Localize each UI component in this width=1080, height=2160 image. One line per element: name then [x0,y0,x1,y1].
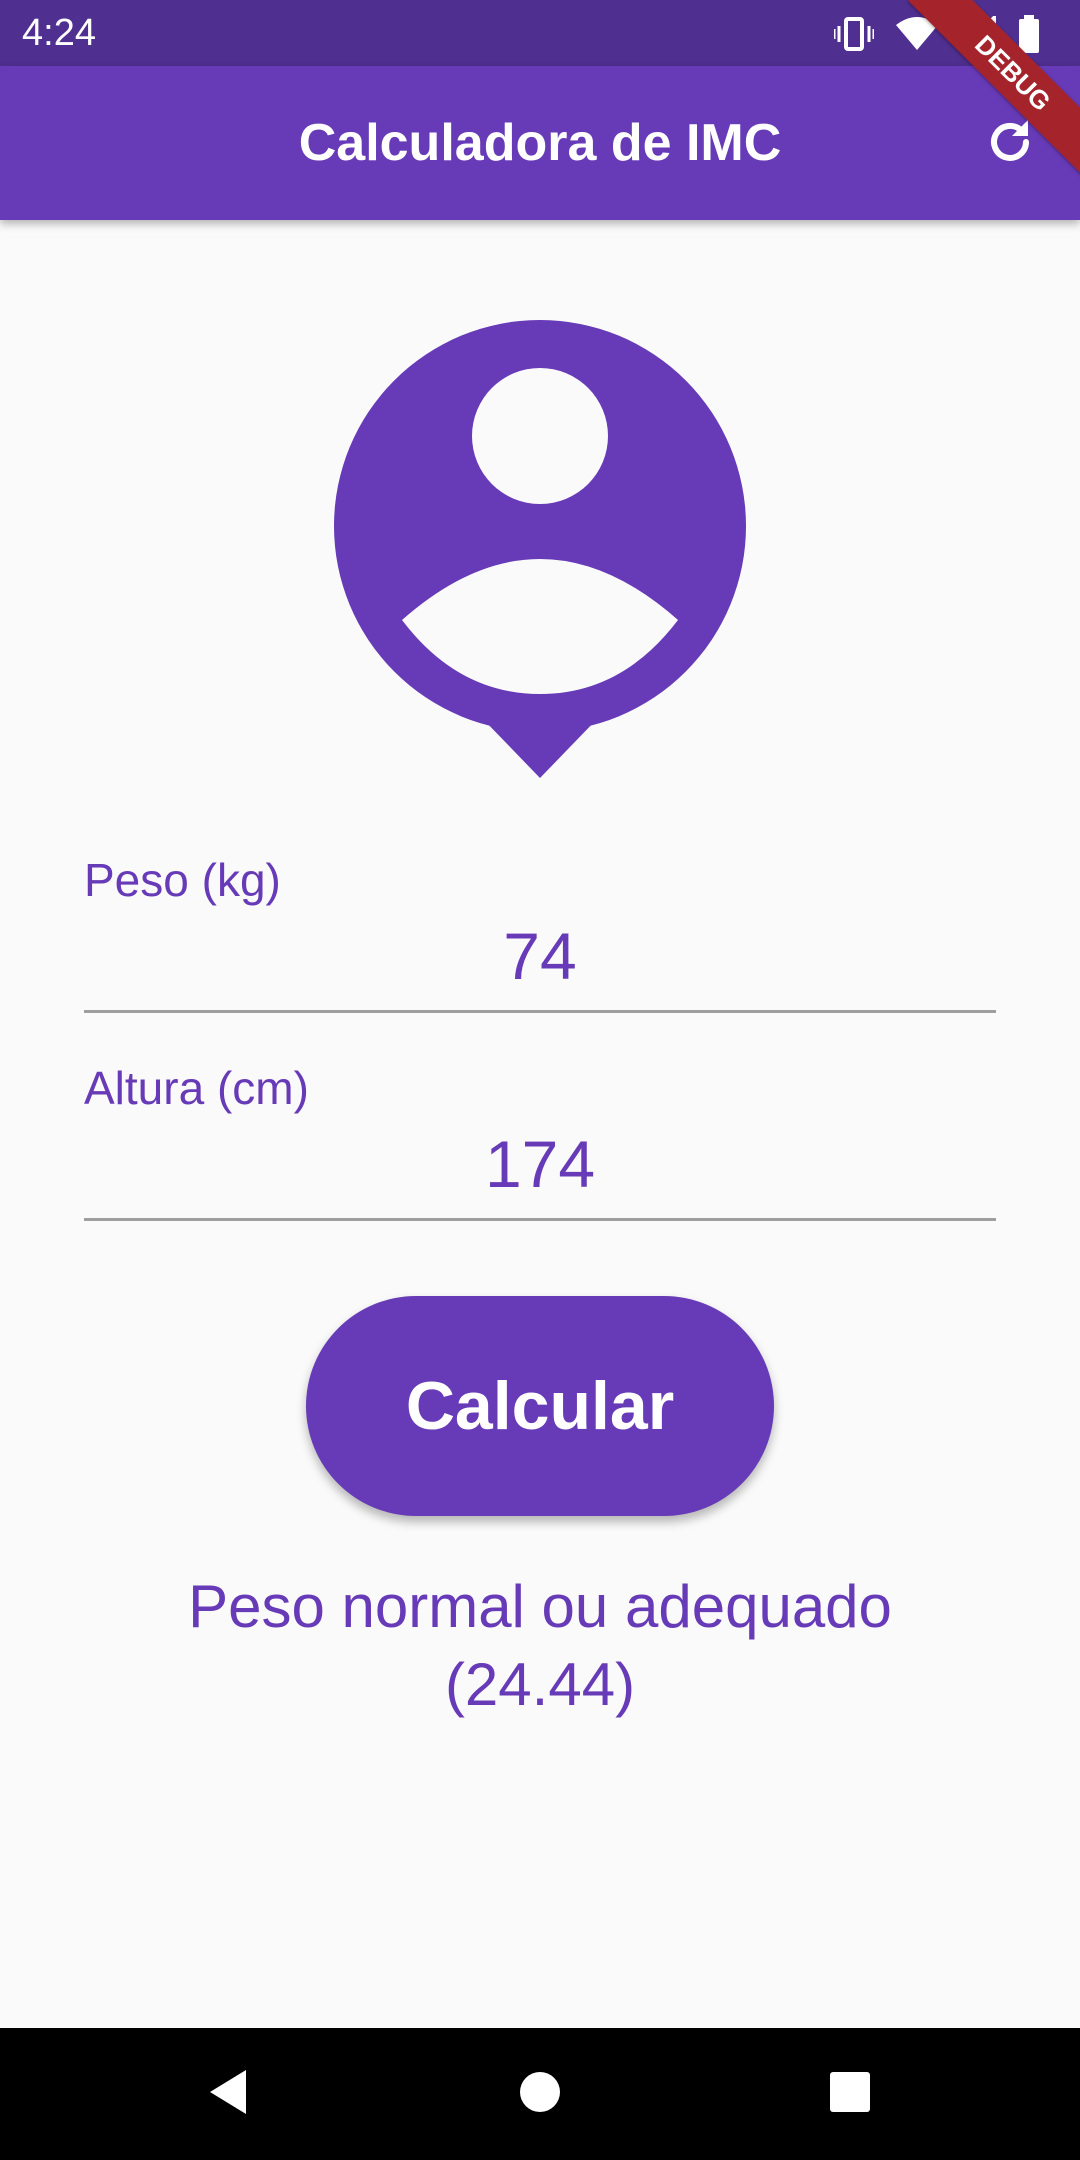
weight-field: Peso (kg) [84,852,996,1013]
app-bar: Calculadora de IMC [0,66,1080,220]
home-button[interactable] [510,2064,570,2124]
battery-icon [1018,15,1040,53]
navigation-bar [0,2028,1080,2160]
recents-button[interactable] [820,2064,880,2124]
result-value: (24.44) [444,1651,636,1718]
status-time: 4:24 [22,12,96,54]
height-input[interactable] [84,1124,996,1204]
result-text: Peso normal ou adequado (24.44) [0,1568,1080,1724]
screen: 4:24 Calculadora de IMC DEBUG Peso (kg) … [0,0,1080,2160]
home-icon [518,2070,562,2119]
height-underline [84,1218,996,1221]
back-icon [206,2068,250,2121]
weight-label: Peso (kg) [84,854,281,906]
weight-underline [84,1010,996,1013]
recents-icon [829,2071,871,2118]
person-pin-icon [332,318,748,780]
result-category: Peso normal ou adequado [188,1573,892,1640]
height-label: Altura (cm) [84,1062,309,1114]
app-title: Calculadora de IMC [298,114,782,172]
refresh-icon [984,116,1036,173]
back-button[interactable] [198,2064,258,2124]
weight-input[interactable] [84,916,996,996]
height-field: Altura (cm) [84,1060,996,1221]
calculate-button[interactable]: Calcular [306,1296,774,1516]
vibrate-icon [834,16,874,52]
